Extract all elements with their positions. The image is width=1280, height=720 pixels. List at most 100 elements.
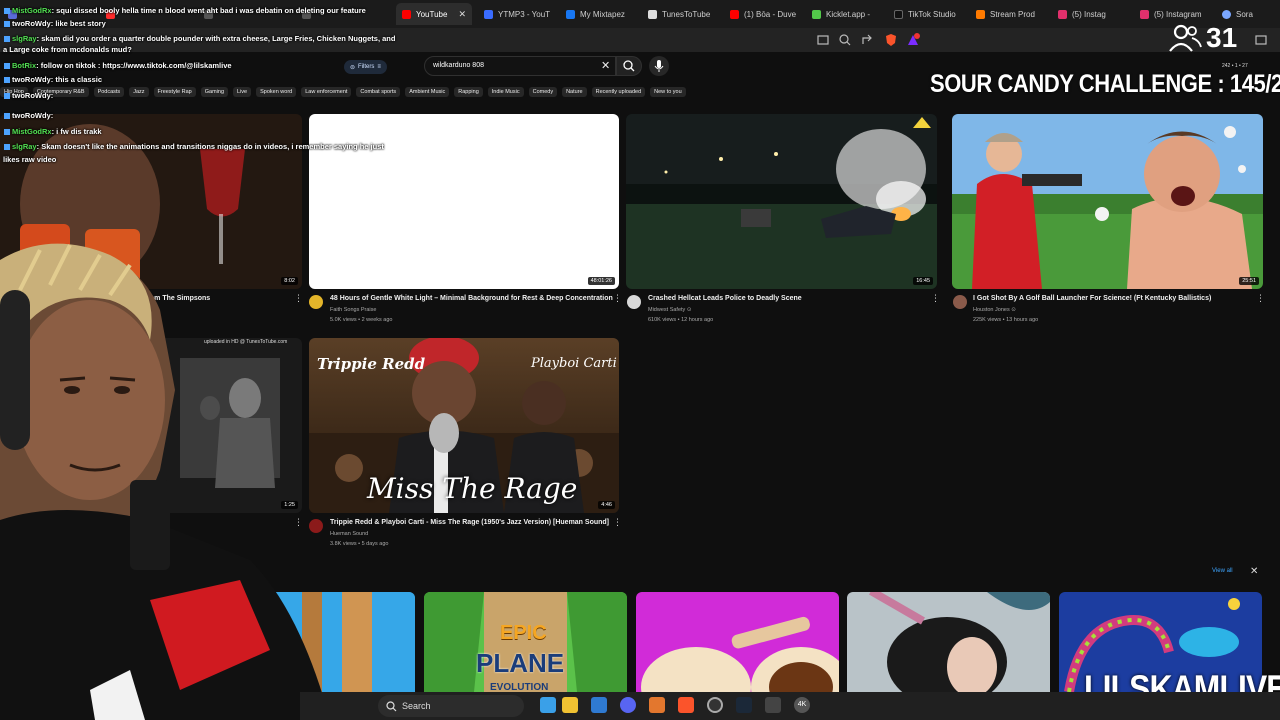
category-chip[interactable]: Comedy [528,87,558,97]
category-chip[interactable]: Spoken word [256,87,297,97]
youtube-icon [402,9,411,19]
more-options-icon[interactable]: ⋮ [1256,294,1265,303]
voice-search-button[interactable] [649,56,669,76]
browser-tab[interactable]: (5) Instag [1052,3,1126,25]
chat-text: : this a classic [50,75,103,84]
store-icon[interactable] [591,697,607,713]
chat-badge-icon [4,36,10,43]
more-options-icon[interactable]: ⋮ [931,294,940,303]
filter-icon: ⊜ [350,64,356,71]
tab-favicon-icon [648,9,657,19]
video-title[interactable]: 48 Hours of Gentle White Light – Minimal… [330,295,613,302]
chat-username: MistGodRx [12,6,52,15]
chat-username: twoRoWdy [12,19,51,28]
thumbnail-image [626,114,937,289]
window-icon[interactable] [1254,33,1268,47]
short-card[interactable]: EPIC PLANE EVOLUTION [424,592,627,692]
category-chip[interactable]: Law enforcement [301,87,352,97]
browser-tab[interactable]: Stream Prod [970,3,1050,25]
category-chip[interactable]: Nature [562,87,587,97]
browser-tab[interactable]: (1) Bōa - Duve [724,3,804,25]
video-thumbnail[interactable]: 48:01:26 [309,114,619,289]
category-chip[interactable]: Rapping [454,87,483,97]
browser-tab[interactable]: Kicklet.app - [806,3,886,25]
channel-name[interactable]: Hueman Sound [330,531,368,537]
video-thumbnail[interactable]: 16:45 [626,114,937,289]
chat-badge-icon [4,8,10,15]
category-chip[interactable]: New to you [650,87,686,97]
category-chip[interactable]: Jazz [129,87,149,97]
category-chip[interactable]: Recently uploaded [591,87,646,97]
category-chip[interactable]: Gaming [200,87,229,97]
short-card[interactable] [636,592,839,692]
video-duration: 48:01:26 [587,277,615,285]
video-card[interactable]: 25:51 I Got Shot By A Golf Ball Launcher… [952,114,1265,334]
browser-tab[interactable]: TikTok Studio [888,3,968,25]
tab-favicon-icon [566,9,575,19]
chat-message: BotRix: follow on tiktok : https://www.t… [4,61,232,70]
filters-button[interactable]: ⊜ Filters ≡ [344,60,387,74]
category-chip[interactable]: Podcasts [93,87,125,97]
chat-badge-icon [4,93,10,100]
more-options-icon[interactable]: ⋮ [613,294,622,303]
video-card[interactable]: Trippie Redd Playboi Carti Miss The Rage… [309,338,622,558]
clear-search-icon[interactable]: ✕ [601,59,610,72]
chat-message: twoRoWdy: this a classic [4,75,102,84]
4k-downloader-icon[interactable]: 4K [794,697,810,713]
cast-icon[interactable] [816,33,830,47]
short-card[interactable] [847,592,1050,692]
channel-name[interactable]: Faith Songs Praise [330,307,376,313]
video-thumbnail[interactable]: Trippie Redd Playboi Carti Miss The Rage… [309,338,619,513]
category-chip[interactable]: Live [233,87,252,97]
share-icon[interactable] [860,33,874,47]
view-all-link[interactable]: View all [1212,568,1233,574]
viewer-count: 31 [1206,22,1238,53]
channel-name[interactable]: Midwest Safety ⊙ [648,307,691,313]
brave-rewards-icon[interactable] [906,33,920,47]
obs-icon[interactable] [707,697,723,713]
video-stats: 5.0K views • 2 weeks ago [330,317,393,323]
brave-shield-icon[interactable] [884,33,898,47]
app-icon[interactable] [649,697,665,713]
steam-icon[interactable] [736,697,752,713]
discord-icon[interactable] [620,697,636,713]
app-icon[interactable] [765,697,781,713]
file-explorer-icon[interactable] [562,697,578,713]
thumbnail-image [952,114,1263,289]
category-chip[interactable]: Freestyle Rap [153,87,196,97]
category-chip[interactable]: Ambient Music [405,87,450,97]
video-title[interactable]: I Got Shot By A Golf Ball Launcher For S… [973,295,1211,302]
channel-avatar[interactable] [953,295,967,309]
copilot-icon[interactable] [540,697,556,713]
browser-tab[interactable]: My Mixtapez [560,3,640,25]
video-duration: 4:46 [598,501,615,509]
search-input[interactable]: wildkarduno 808 [424,56,616,76]
chat-badge-icon [4,113,10,120]
more-options-icon[interactable]: ⋮ [613,518,622,527]
video-title[interactable]: Crashed Hellcat Leads Police to Deadly S… [648,295,802,302]
video-card[interactable]: 16:45 Crashed Hellcat Leads Police to De… [626,114,940,334]
close-shelf-icon[interactable]: ✕ [1250,566,1258,577]
video-thumbnail[interactable]: 25:51 [952,114,1263,289]
chat-message: MistGodRx: squi dissed booly hella time … [4,6,366,15]
brave-icon[interactable] [678,697,694,713]
category-chip[interactable]: Combat sports [356,87,401,97]
chat-message: twoRoWdy: like best story [4,19,106,28]
category-chip[interactable]: Indie Music [487,87,524,97]
browser-tab-youtube[interactable]: YouTube ✕ [396,3,472,25]
chat-badge-icon [4,129,10,136]
chat-text: likes raw video [3,155,57,164]
search-button[interactable] [616,56,642,76]
chat-badge-icon [4,77,10,84]
chat-text: : [50,91,54,100]
tab-close-icon[interactable]: ✕ [458,9,466,20]
tab-favicon-icon [812,9,821,19]
zoom-icon[interactable] [838,33,852,47]
taskbar-search[interactable]: Search [378,695,524,717]
browser-tab[interactable]: YTMP3 - YouT [478,3,558,25]
channel-avatar[interactable] [627,295,641,309]
channel-name[interactable]: Houston Jones ⊙ [973,307,1016,313]
video-title[interactable]: Trippie Redd & Playboi Carti - Miss The … [330,519,609,526]
chat-message: likes raw video [3,155,56,164]
browser-tab[interactable]: TunesToTube [642,3,722,25]
